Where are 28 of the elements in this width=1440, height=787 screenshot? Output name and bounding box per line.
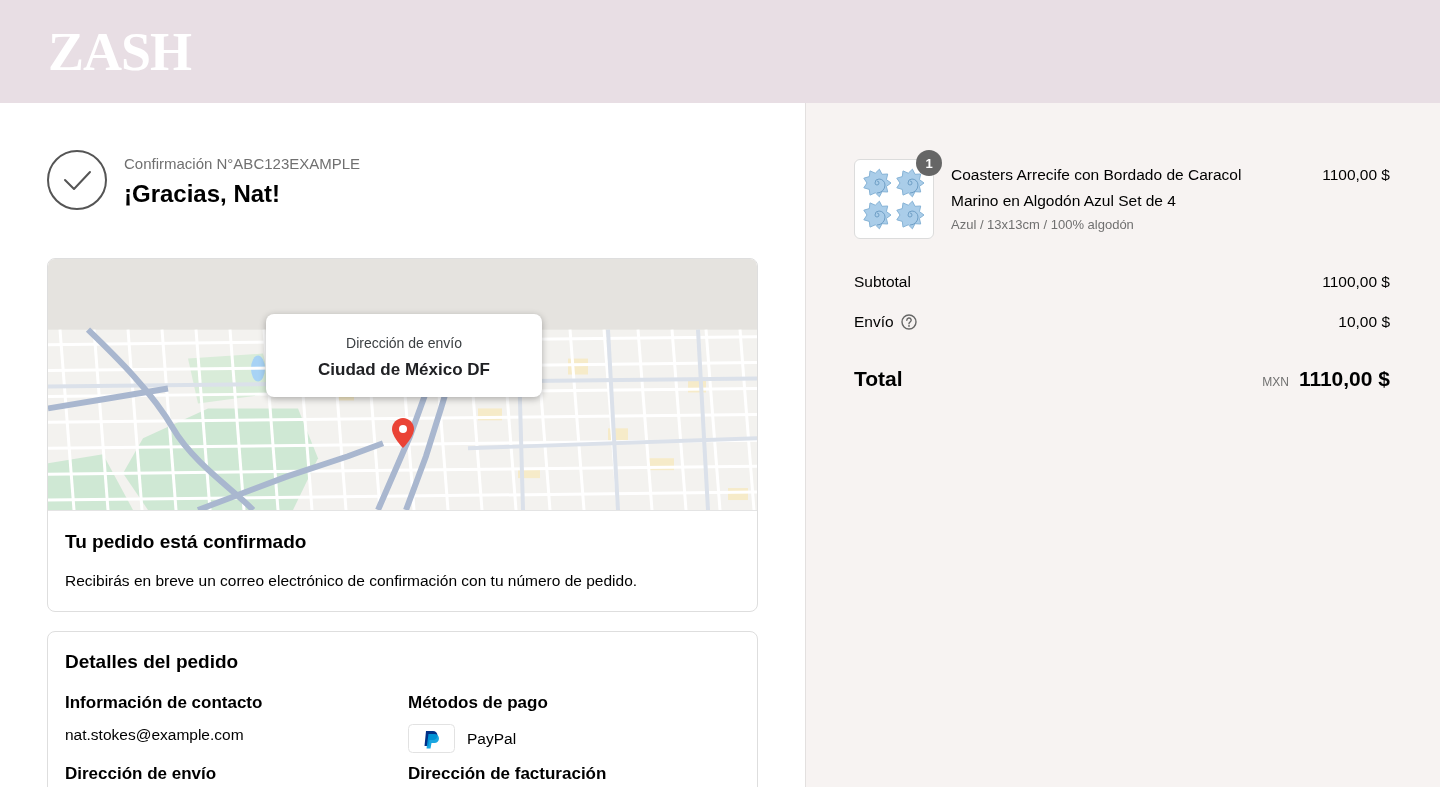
confirmation-number: Confirmación N°ABC123EXAMPLE: [124, 155, 361, 173]
product-price: 1100,00 $: [1322, 165, 1390, 185]
payment-method: PayPal: [467, 728, 517, 749]
section-heading: Métodos de pago: [408, 692, 549, 714]
currency-code: MXN: [1262, 374, 1289, 391]
summary-label: Envío: [854, 312, 894, 332]
map-pin-icon: [392, 418, 414, 448]
thank-you-heading: ¡Gracias, Nat!: [124, 179, 282, 209]
total-value: 1110,00 $: [1298, 366, 1390, 392]
product-name: Coasters Arrecife con Bordado de Caracol Marino en Algodón Azul Set de 4: [951, 165, 1243, 211]
help-icon[interactable]: [900, 314, 917, 330]
quantity-badge: 1: [916, 150, 942, 176]
summary-value: 1100,00 $: [1322, 272, 1390, 292]
section-heading: Dirección de facturación: [408, 763, 608, 785]
p-logo-icon: [408, 724, 455, 753]
check-circle-icon: [47, 150, 107, 210]
total-label: Total: [854, 366, 903, 392]
section-heading: Dirección de envío: [65, 763, 218, 785]
section-heading: Información de contacto: [65, 692, 264, 714]
contact-email: nat.stokes@example.com: [65, 725, 245, 745]
product-variant: Azul / 13x13cm / 100% algodón: [951, 216, 1135, 234]
card-message: Recibirás en breve un correo electrónico de confirmación con tu número de pedido.: [65, 571, 639, 591]
tooltip-label: Dirección de envío: [345, 335, 463, 351]
card-title: Tu pedido está confirmado: [65, 530, 308, 554]
tooltip-address: Ciudad de México DF: [317, 360, 491, 380]
card-title: Detalles del pedido: [65, 651, 240, 673]
summary-value: 10,00 $: [1338, 312, 1390, 332]
summary-label: Subtotal: [854, 272, 911, 292]
